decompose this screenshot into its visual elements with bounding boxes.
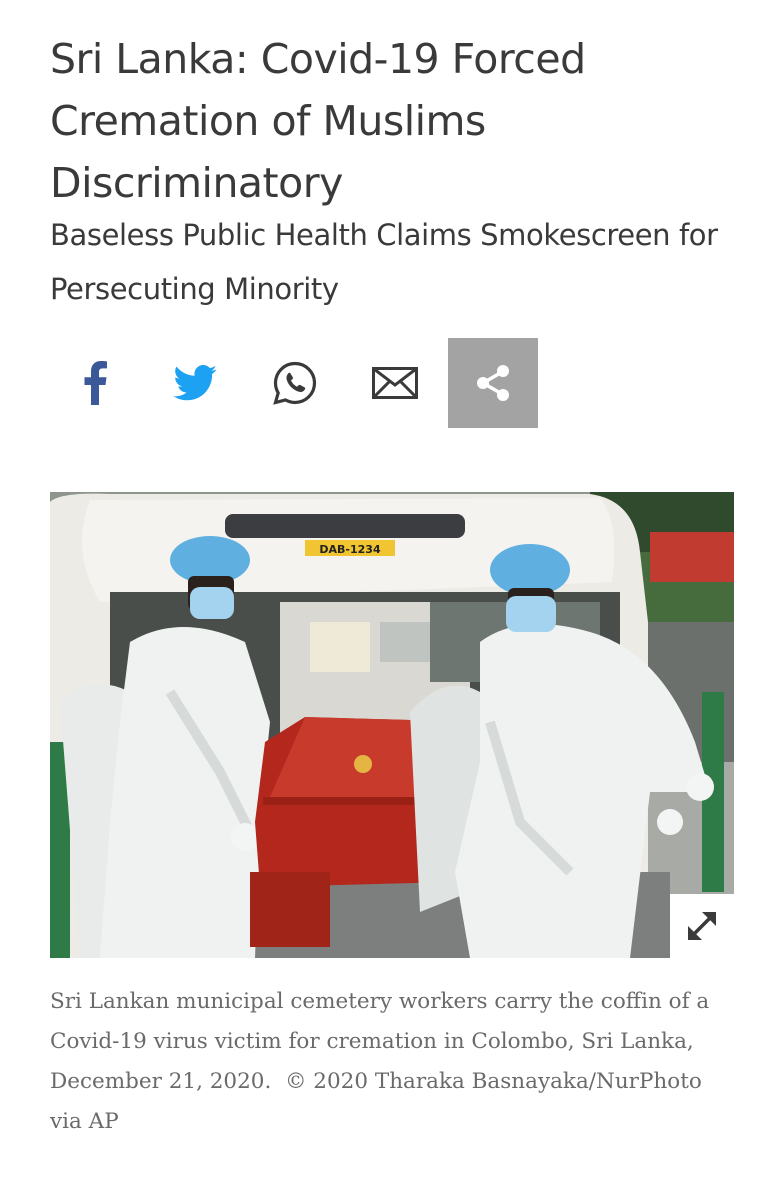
article-photo: DAB-1234 — [50, 492, 734, 958]
photo-caption: Sri Lankan municipal cemetery workers ca… — [50, 982, 740, 1142]
expand-icon — [688, 912, 716, 940]
share-whatsapp-button[interactable] — [250, 338, 340, 428]
email-icon — [372, 367, 418, 399]
share-icon — [477, 365, 509, 401]
expand-image-button[interactable] — [670, 894, 734, 958]
facebook-icon — [84, 361, 107, 405]
license-plate-text: DAB-1234 — [319, 543, 381, 556]
share-facebook-button[interactable] — [50, 338, 140, 428]
share-email-button[interactable] — [350, 338, 440, 428]
twitter-icon — [173, 365, 217, 401]
article-title: Sri Lanka: Covid-19 Forced Cremation of … — [50, 35, 586, 207]
article-subtitle: Baseless Public Health Claims Smokescree… — [50, 218, 718, 306]
share-more-button[interactable] — [448, 338, 538, 428]
whatsapp-icon — [273, 361, 317, 405]
share-twitter-button[interactable] — [150, 338, 240, 428]
share-bar — [50, 338, 540, 428]
